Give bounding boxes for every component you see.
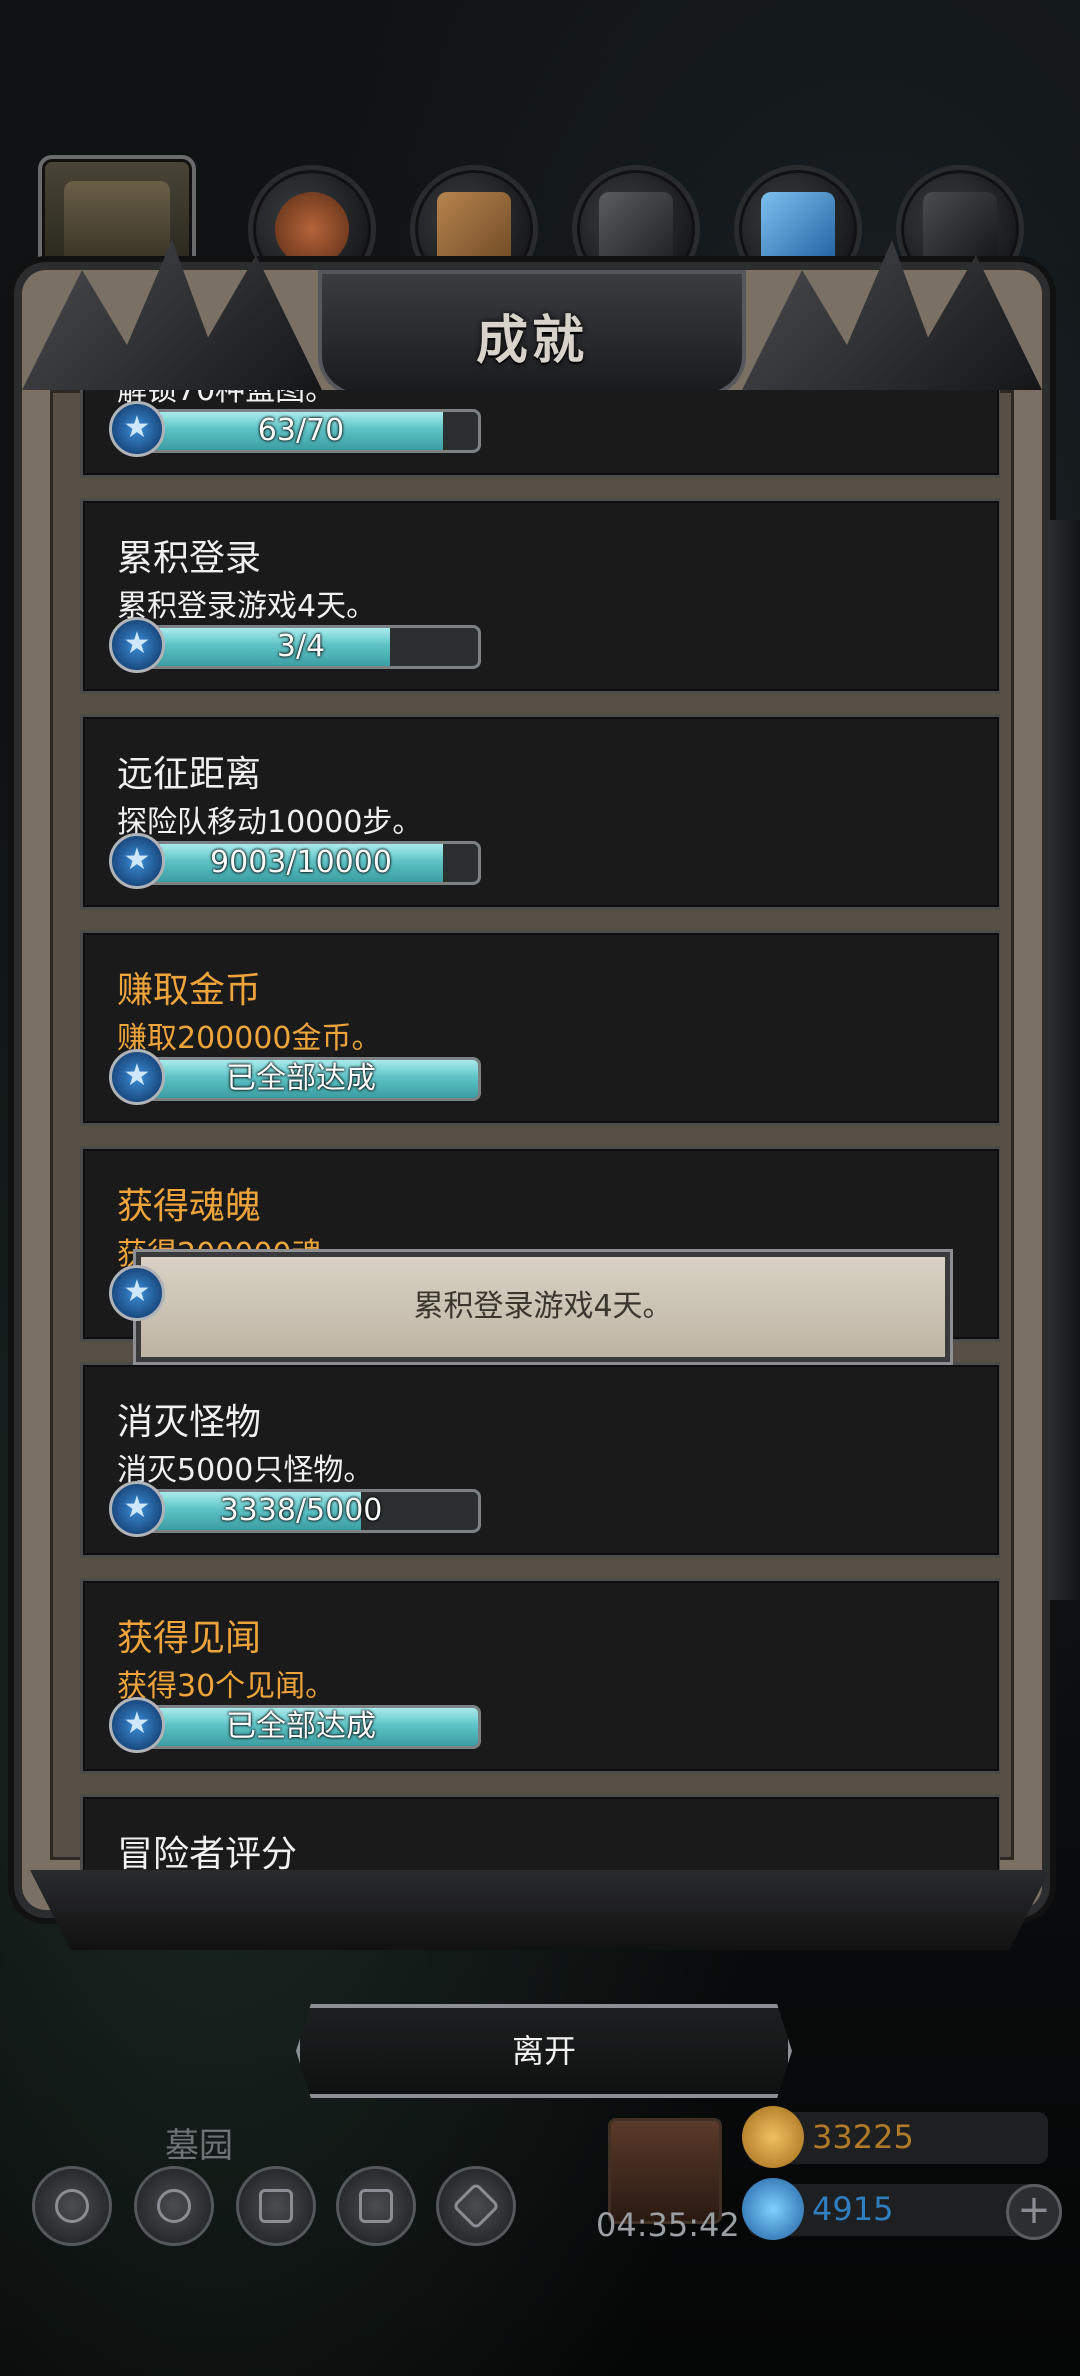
title-plate: 成就 bbox=[318, 270, 746, 396]
gem-icon bbox=[742, 2178, 804, 2240]
achievement-card: 获得见闻 获得30个见闻。 ★ 已全部达成 bbox=[80, 1578, 1000, 1774]
achievement-name: 获得见闻 bbox=[117, 1618, 262, 1659]
achievement-tooltip: 累积登录游戏4天。 bbox=[133, 1249, 953, 1365]
achievement-card: 远征距离 探险队移动10000步。 ★ 9003/10000 bbox=[80, 714, 1000, 910]
achievement-name: 获得魂魄 bbox=[117, 1186, 262, 1227]
settings-gear-icon[interactable] bbox=[32, 2166, 112, 2246]
gem-counter: 4915 bbox=[742, 2178, 1048, 2240]
progress-label: 63/70 bbox=[257, 413, 345, 448]
star-icon: ★ bbox=[109, 1049, 165, 1105]
progress-bar: 已全部达成 bbox=[121, 1705, 481, 1749]
frame-bottom-ornament bbox=[30, 1870, 1050, 1950]
achievement-desc: 赚取200000金币。 bbox=[117, 1021, 382, 1056]
star-icon: ★ bbox=[109, 617, 165, 673]
achievement-name: 消灭怪物 bbox=[117, 1402, 262, 1443]
achievement-name: 累积登录 bbox=[117, 538, 262, 579]
side-scroll-rail bbox=[1050, 520, 1080, 1600]
achievement-name: 赚取金币 bbox=[117, 970, 262, 1011]
achievement-card: 解锁70种蓝图。 ★ 63/70 bbox=[80, 390, 1000, 478]
gold-value: 33225 bbox=[812, 2118, 914, 2156]
map-icon[interactable] bbox=[236, 2166, 316, 2246]
mail-icon[interactable] bbox=[336, 2166, 416, 2246]
page-title: 成就 bbox=[475, 310, 588, 371]
progress-bar: 已全部达成 bbox=[121, 1057, 481, 1101]
achievement-card: 消灭怪物 消灭5000只怪物。 ★ 3338/5000 bbox=[80, 1362, 1000, 1558]
progress-bar: 63/70 bbox=[121, 409, 481, 453]
star-icon: ★ bbox=[109, 1481, 165, 1537]
achievement-desc: 累积登录游戏4天。 bbox=[117, 589, 377, 624]
achievement-list[interactable]: 解锁70种蓝图。 ★ 63/70 累积登录 累积登录游戏4天。 ★ 3/4 远征… bbox=[80, 390, 1000, 1890]
gold-counter: 33225 bbox=[742, 2106, 1048, 2168]
location-label: 墓园 bbox=[165, 2126, 233, 2166]
progress-label: 已全部达成 bbox=[226, 1709, 376, 1744]
progress-bar: 9003/10000 bbox=[121, 841, 481, 885]
chest-timer: 04:35:42 bbox=[596, 2206, 740, 2244]
achievement-desc: 消灭5000只怪物。 bbox=[117, 1453, 374, 1488]
progress-bar: 3338/5000 bbox=[121, 1489, 481, 1533]
progress-label: 3/4 bbox=[276, 629, 326, 664]
star-icon: ★ bbox=[109, 401, 165, 457]
achievement-desc: 获得30个见闻。 bbox=[117, 1669, 336, 1704]
badge-icon[interactable] bbox=[134, 2166, 214, 2246]
gold-coin-icon bbox=[742, 2106, 804, 2168]
achievement-desc: 探险队移动10000步。 bbox=[117, 805, 423, 840]
progress-bar: 3/4 bbox=[121, 625, 481, 669]
progress-label: 已全部达成 bbox=[226, 1061, 376, 1096]
hammer-icon[interactable] bbox=[436, 2166, 516, 2246]
achievement-card: 累积登录 累积登录游戏4天。 ★ 3/4 bbox=[80, 498, 1000, 694]
gem-value: 4915 bbox=[812, 2190, 894, 2228]
star-icon: ★ bbox=[109, 1265, 165, 1321]
progress-label: 9003/10000 bbox=[210, 845, 392, 880]
achievement-name: 冒险者评分 bbox=[117, 1834, 298, 1875]
achievement-card: 赚取金币 赚取200000金币。 ★ 已全部达成 bbox=[80, 930, 1000, 1126]
leave-button[interactable]: 离开 bbox=[296, 2004, 792, 2098]
star-icon: ★ bbox=[109, 1697, 165, 1753]
progress-label: 3338/5000 bbox=[219, 1493, 383, 1528]
add-gems-button[interactable]: + bbox=[1006, 2184, 1062, 2240]
achievement-name: 远征距离 bbox=[117, 754, 262, 795]
star-icon: ★ bbox=[109, 833, 165, 889]
